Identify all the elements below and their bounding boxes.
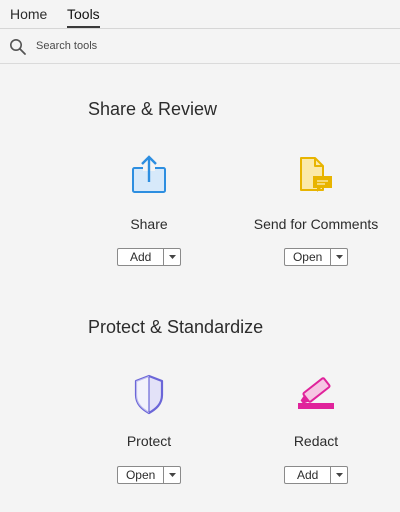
redact-marker-icon [298,377,334,409]
tab-home[interactable]: Home [10,0,47,28]
chevron-down-icon [335,255,343,259]
share-add-dropdown[interactable] [164,249,180,265]
protect-open-button[interactable]: Open [118,467,165,483]
chevron-down-icon [335,473,343,477]
tab-bar: Home Tools [0,0,400,29]
section-title-share-review: Share & Review [88,99,218,119]
tool-send-for-comments[interactable]: Send for Comments Open [246,150,386,270]
tab-tools[interactable]: Tools [67,0,100,28]
search-input[interactable] [36,37,376,55]
protect-open-button-group: Open [117,466,181,484]
send-for-comments-open-button[interactable]: Open [285,249,332,265]
section-title-protect-standardize: Protect & Standardize [88,317,264,337]
share-icon [132,155,166,193]
share-add-button[interactable]: Add [118,249,165,265]
tool-protect[interactable]: Protect Open [79,370,219,490]
chevron-down-icon [168,255,176,259]
chevron-down-icon [168,473,176,477]
protect-open-dropdown[interactable] [164,467,180,483]
send-for-comments-open-dropdown[interactable] [331,249,347,265]
tool-redact[interactable]: Redact Add [246,370,386,490]
redact-add-button[interactable]: Add [285,467,332,483]
search-bar [0,29,400,64]
redact-add-dropdown[interactable] [331,467,347,483]
share-add-button-group: Add [117,248,181,266]
redact-add-button-group: Add [284,466,348,484]
tool-label-protect: Protect [126,433,172,449]
shield-icon [134,374,164,415]
tool-label-send-for-comments: Send for Comments [253,216,379,232]
tool-label-share: Share [130,216,168,232]
send-for-comments-open-button-group: Open [284,248,348,266]
tool-label-redact: Redact [293,433,339,449]
send-for-comments-icon [300,157,332,192]
tool-share[interactable]: Share Add [79,150,219,270]
search-icon[interactable] [9,38,27,56]
